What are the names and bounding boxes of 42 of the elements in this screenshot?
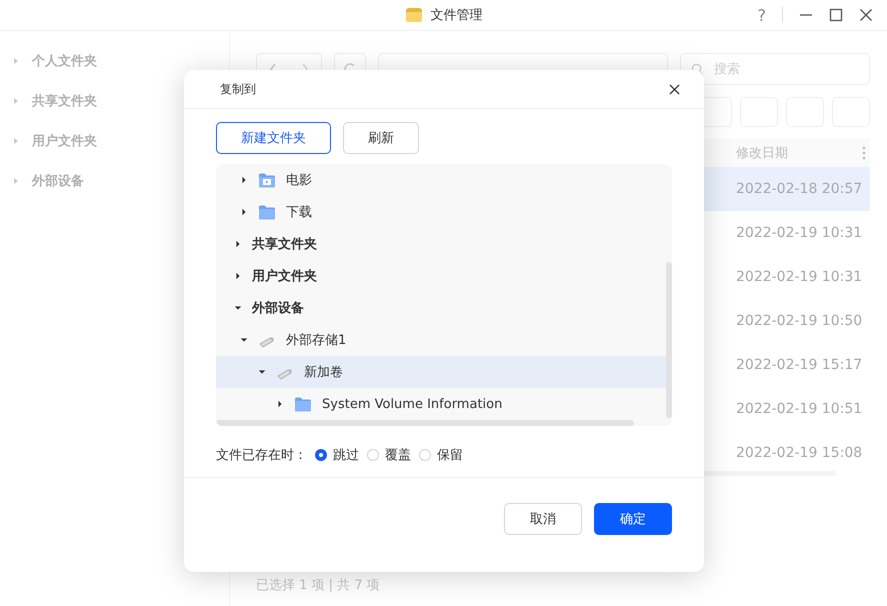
tree-item[interactable]: 新加卷 (216, 356, 666, 388)
tree-item[interactable]: System Volume Information (216, 388, 666, 420)
folder-icon (404, 6, 422, 24)
radio-option[interactable]: 跳过 (315, 446, 359, 464)
radio-option[interactable]: 保留 (419, 446, 463, 464)
expand-icon[interactable] (240, 176, 248, 184)
tree-item[interactable]: 共享文件夹 (216, 228, 666, 260)
tree-label: 外部设备 (252, 300, 304, 317)
tree-item[interactable]: 外部设备 (216, 292, 666, 324)
conflict-label: 文件已存在时： (216, 447, 307, 464)
expand-icon[interactable] (234, 272, 242, 280)
tree-label: 共享文件夹 (252, 236, 317, 253)
collapse-icon[interactable] (258, 368, 266, 376)
tree-label: 外部存储1 (286, 332, 346, 349)
window-title: 文件管理 (430, 7, 482, 24)
help-button[interactable]: ? (758, 6, 766, 24)
tree-label: 下载 (286, 204, 312, 221)
tree-item[interactable]: 下载 (216, 196, 666, 228)
cancel-button[interactable]: 取消 (504, 503, 582, 535)
radio-option[interactable]: 覆盖 (367, 446, 411, 464)
tree-label: 电影 (286, 172, 312, 189)
close-icon[interactable] (669, 84, 680, 94)
collapse-icon[interactable] (234, 304, 242, 312)
tree-item[interactable]: 外部存储1 (216, 324, 666, 356)
tree-label: 用户文件夹 (252, 268, 317, 285)
folder-icon (294, 396, 312, 412)
tree-label: System Volume Information (322, 396, 502, 412)
tree-label: 新加卷 (304, 364, 343, 381)
new-folder-button[interactable]: 新建文件夹 (216, 122, 331, 154)
dialog-title: 复制到 (220, 80, 256, 98)
tree-item[interactable]: 用户文件夹 (216, 260, 666, 292)
refresh-button[interactable]: 刷新 (343, 122, 419, 154)
ok-button[interactable]: 确定 (594, 503, 672, 535)
expand-icon[interactable] (234, 240, 242, 248)
maximize-icon[interactable] (829, 8, 843, 22)
expand-icon[interactable] (276, 400, 284, 408)
folder-icon (258, 204, 276, 220)
video-folder-icon (258, 172, 276, 188)
status-text: 已选择 1 项 | 共 7 项 (256, 578, 380, 593)
collapse-icon[interactable] (240, 336, 248, 344)
close-icon[interactable] (859, 8, 873, 22)
expand-icon[interactable] (240, 208, 248, 216)
